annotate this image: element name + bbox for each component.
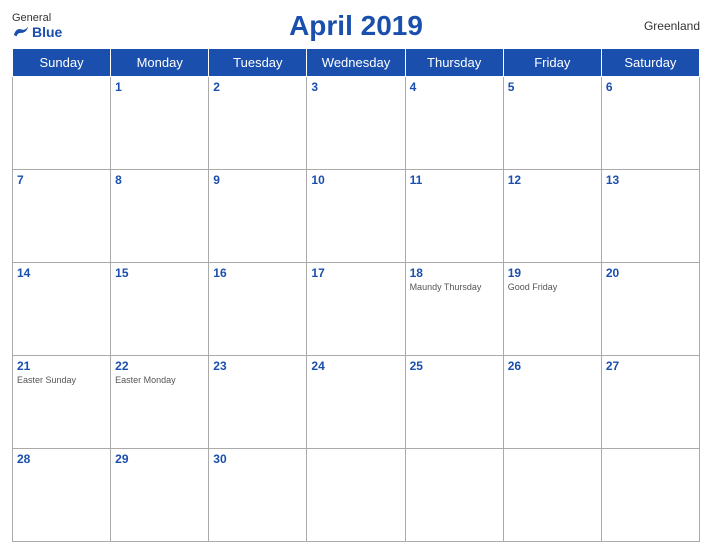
col-sunday: Sunday [13,49,111,77]
days-of-week-row: Sunday Monday Tuesday Wednesday Thursday… [13,49,700,77]
calendar-cell: 22 Easter Monday [111,356,209,449]
calendar-cell: 2 [209,77,307,170]
day-number: 1 [115,80,204,94]
day-number: 3 [311,80,400,94]
col-thursday: Thursday [405,49,503,77]
region-label: Greenland [644,19,700,33]
calendar-cell: 18 Maundy Thursday [405,263,503,356]
calendar-cell: 7 [13,170,111,263]
calendar-cell: 9 [209,170,307,263]
week-row-2: 789 10 11 12 13 [13,170,700,263]
day-number: 13 [606,173,695,187]
day-number: 15 [115,266,204,280]
calendar-title: April 2019 [289,10,423,42]
day-number: 30 [213,452,302,466]
day-number: 10 [311,173,400,187]
day-number: 25 [410,359,499,373]
calendar-cell: 16 [209,263,307,356]
day-number: 9 [213,173,302,187]
logo-bird-icon [12,25,30,39]
calendar-header: General Blue April 2019 Greenland [12,10,700,42]
logo-blue-text: Blue [12,24,62,40]
calendar-cell: 30 [209,449,307,542]
calendar-cell: 3 [307,77,405,170]
calendar-cell [307,449,405,542]
calendar-cell: 15 [111,263,209,356]
calendar-cell [13,77,111,170]
logo-general-text: General [12,12,51,24]
day-number: 6 [606,80,695,94]
day-number: 26 [508,359,597,373]
day-number: 23 [213,359,302,373]
calendar-container: General Blue April 2019 Greenland Sunday… [0,0,712,550]
calendar-body: 123456789101112131415161718Maundy Thursd… [13,77,700,542]
day-number: 20 [606,266,695,280]
logo: General Blue [12,12,62,40]
day-number: 18 [410,266,499,280]
day-number: 14 [17,266,106,280]
day-number: 27 [606,359,695,373]
holiday-label: Maundy Thursday [410,282,499,292]
day-number: 17 [311,266,400,280]
holiday-label: Easter Monday [115,375,204,385]
day-number: 22 [115,359,204,373]
calendar-cell [405,449,503,542]
day-number: 21 [17,359,106,373]
week-row-5: 28 29 30 [13,449,700,542]
day-number: 12 [508,173,597,187]
col-tuesday: Tuesday [209,49,307,77]
calendar-cell: 27 [601,356,699,449]
week-row-1: 123456 [13,77,700,170]
calendar-cell: 24 [307,356,405,449]
calendar-cell: 5 [503,77,601,170]
calendar-cell [601,449,699,542]
day-number: 28 [17,452,106,466]
calendar-cell: 21 Easter Sunday [13,356,111,449]
calendar-cell: 13 [601,170,699,263]
day-number: 29 [115,452,204,466]
day-number: 24 [311,359,400,373]
holiday-label: Good Friday [508,282,597,292]
calendar-cell: 29 [111,449,209,542]
calendar-cell: 19 Good Friday [503,263,601,356]
calendar-cell: 6 [601,77,699,170]
calendar-cell: 14 [13,263,111,356]
calendar-cell: 8 [111,170,209,263]
week-row-4: 21 Easter Sunday 22 Easter Monday 23 24 25 26 27 [13,356,700,449]
calendar-cell [503,449,601,542]
calendar-cell: 26 [503,356,601,449]
day-number: 2 [213,80,302,94]
calendar-cell: 1 [111,77,209,170]
day-number: 11 [410,173,499,187]
col-friday: Friday [503,49,601,77]
col-wednesday: Wednesday [307,49,405,77]
calendar-cell: 11 [405,170,503,263]
calendar-cell: 20 [601,263,699,356]
day-number: 4 [410,80,499,94]
calendar-cell: 10 [307,170,405,263]
calendar-cell: 23 [209,356,307,449]
day-number: 19 [508,266,597,280]
calendar-cell: 17 [307,263,405,356]
week-row-3: 14 15 16 17 18 Maundy Thursday 19 Good Friday 20 [13,263,700,356]
calendar-table: Sunday Monday Tuesday Wednesday Thursday… [12,48,700,542]
holiday-label: Easter Sunday [17,375,106,385]
col-monday: Monday [111,49,209,77]
day-number: 16 [213,266,302,280]
day-number: 7 [17,173,106,187]
col-saturday: Saturday [601,49,699,77]
calendar-cell: 4 [405,77,503,170]
calendar-cell: 25 [405,356,503,449]
calendar-cell: 28 [13,449,111,542]
day-number: 8 [115,173,204,187]
calendar-cell: 12 [503,170,601,263]
day-number: 5 [508,80,597,94]
